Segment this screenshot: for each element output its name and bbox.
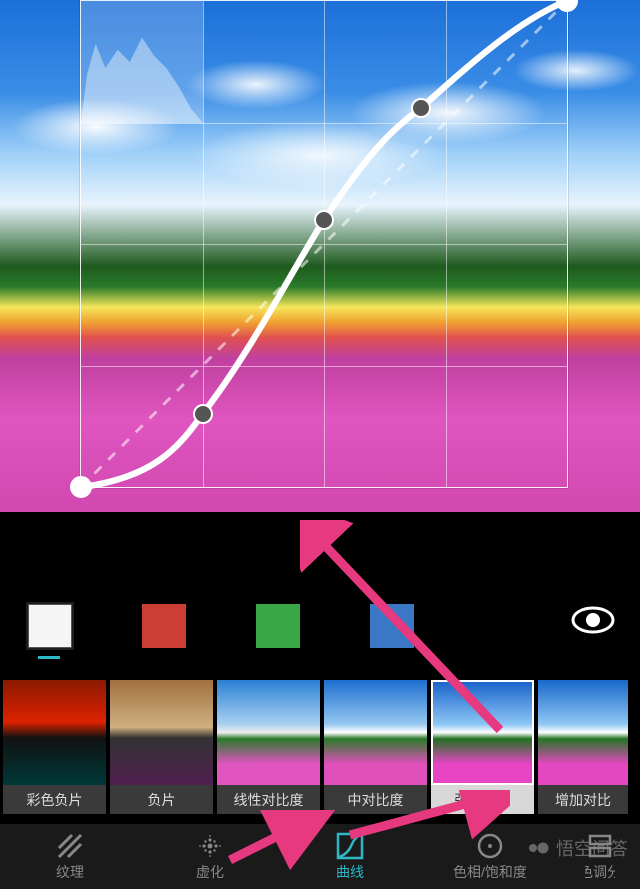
watermark: 悟空问答 (528, 835, 628, 861)
channel-selector (0, 598, 640, 654)
preset-strong-contrast[interactable]: 强对比度 (431, 680, 534, 820)
tab-label: 虚化 (196, 862, 224, 882)
preset-medium-contrast[interactable]: 中对比度 (324, 680, 427, 820)
preset-strip[interactable]: 彩色负片 负片 线性对比度 中对比度 强对比度 增加对比 (0, 680, 640, 820)
channel-green[interactable] (256, 604, 300, 648)
curve-editor[interactable] (80, 0, 568, 488)
preset-thumb (324, 680, 427, 785)
tab-hsl[interactable]: 色相/饱和度 (445, 831, 535, 882)
tab-label: 色调分 (585, 862, 615, 882)
curve-point[interactable] (411, 98, 431, 118)
histogram (81, 1, 203, 123)
channel-blue[interactable] (370, 604, 414, 648)
tab-blur[interactable]: 虚化 (165, 831, 255, 882)
preset-thumb (217, 680, 320, 785)
preset-label: 负片 (110, 785, 213, 814)
preset-label: 增加对比 (538, 785, 628, 814)
tab-label: 曲线 (336, 862, 364, 882)
preset-label: 强对比度 (431, 785, 534, 814)
channel-rgb[interactable] (28, 604, 72, 648)
texture-icon (55, 831, 85, 861)
preset-linear-contrast[interactable]: 线性对比度 (217, 680, 320, 820)
channel-underline (38, 656, 60, 659)
curve-grid-line (81, 123, 567, 124)
hsl-icon (475, 831, 505, 861)
curve-point[interactable] (193, 404, 213, 424)
preset-increase-contrast[interactable]: 增加对比 (538, 680, 628, 820)
preset-thumb (431, 680, 534, 785)
preset-color-negative[interactable]: 彩色负片 (3, 680, 106, 820)
curve-grid-line (81, 244, 567, 245)
watermark-text: 悟空问答 (556, 835, 628, 861)
spacer (0, 512, 640, 612)
preset-label: 中对比度 (324, 785, 427, 814)
preset-thumb (538, 680, 628, 785)
preset-negative[interactable]: 负片 (110, 680, 213, 820)
preview-toggle[interactable] (564, 600, 622, 640)
curves-icon (335, 831, 365, 861)
tab-curves[interactable]: 曲线 (305, 831, 395, 882)
preset-label: 彩色负片 (3, 785, 106, 814)
tab-label: 色相/饱和度 (453, 862, 527, 882)
curve-grid-line (81, 366, 567, 367)
watermark-icon (528, 837, 550, 859)
tab-label: 纹理 (56, 862, 84, 882)
curve-point[interactable] (314, 210, 334, 230)
tab-texture[interactable]: 纹理 (25, 831, 115, 882)
channel-red[interactable] (142, 604, 186, 648)
blur-icon (195, 831, 225, 861)
image-preview (0, 0, 640, 512)
preset-label: 线性对比度 (217, 785, 320, 814)
curve-point[interactable] (70, 476, 92, 498)
preset-thumb (3, 680, 106, 785)
preset-thumb (110, 680, 213, 785)
